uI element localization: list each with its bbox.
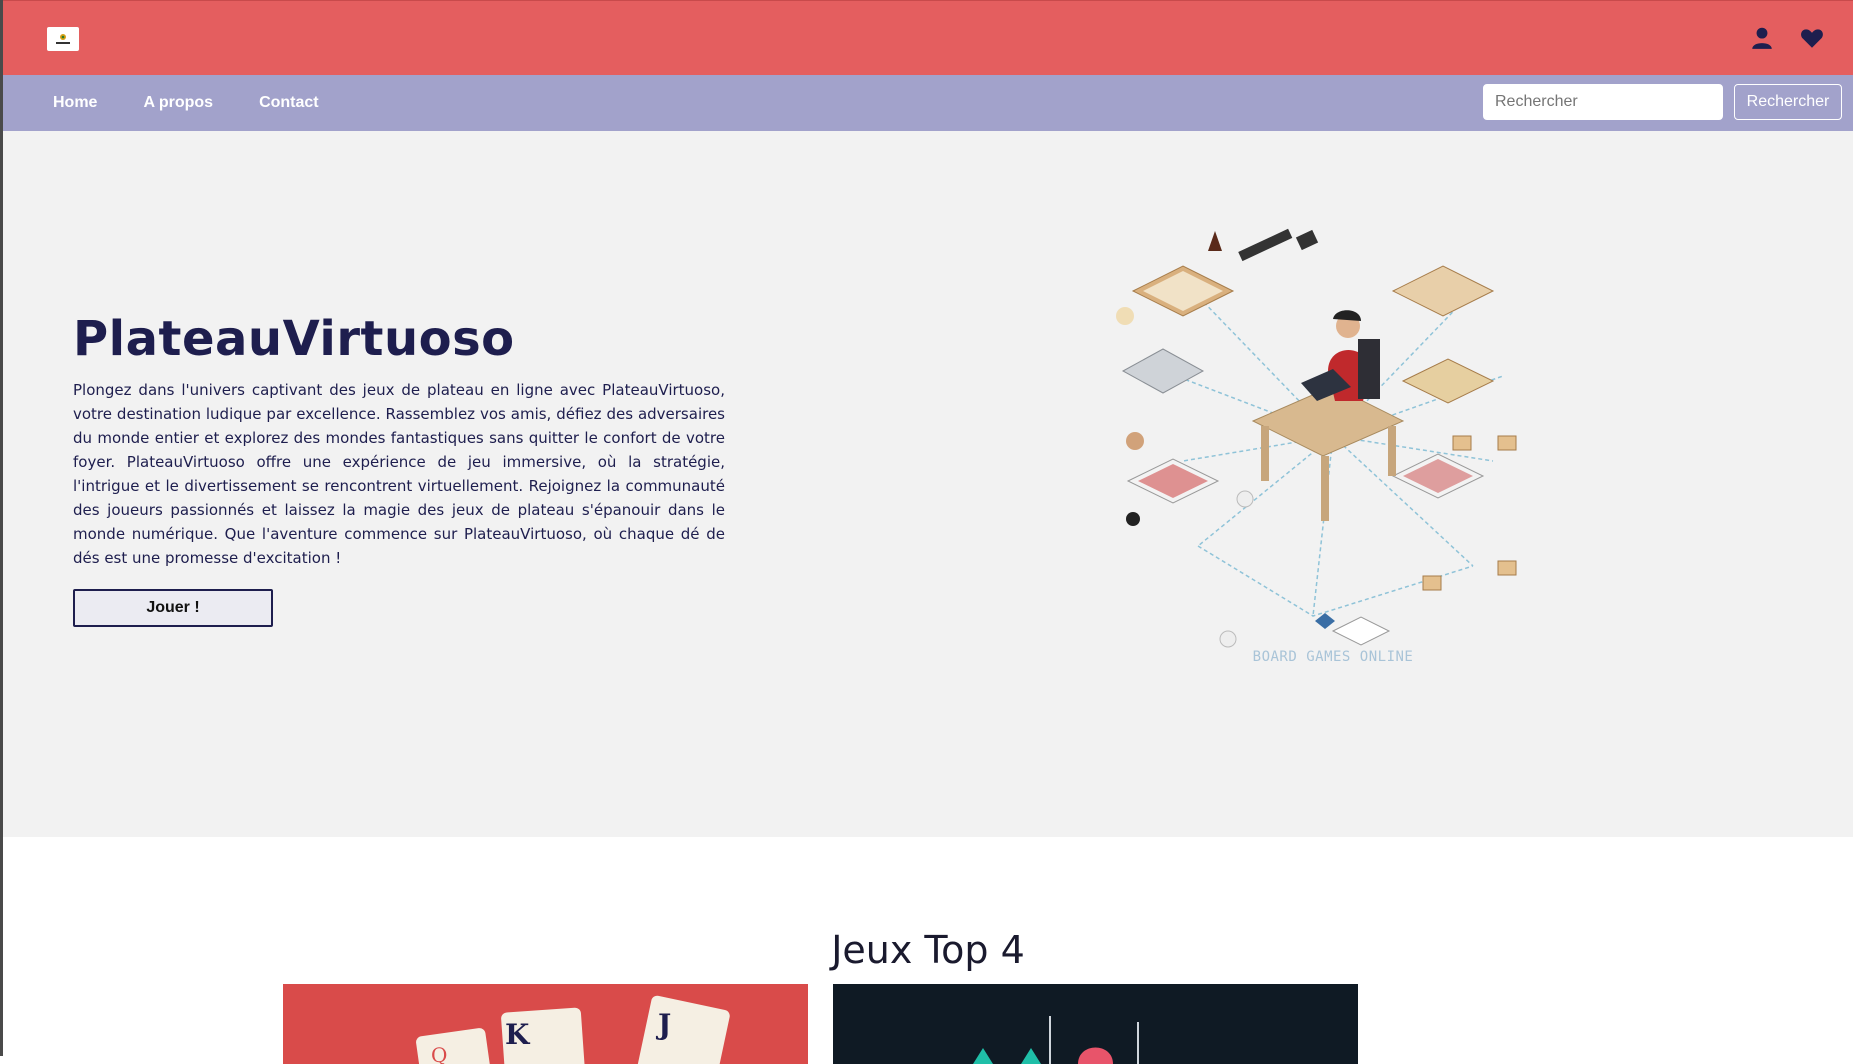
board-games-illustration bbox=[1116, 228, 1517, 648]
game-card-dark[interactable] bbox=[833, 984, 1358, 1064]
main-nav: Home A propos Contact Rechercher bbox=[3, 75, 1853, 131]
hero-section: PlateauVirtuoso Plongez dans l'univers c… bbox=[3, 131, 1853, 837]
hero-title: PlateauVirtuoso bbox=[73, 311, 515, 367]
search-input[interactable] bbox=[1483, 84, 1723, 120]
svg-text:Q: Q bbox=[431, 1043, 447, 1064]
top-games-title: Jeux Top 4 bbox=[831, 928, 1025, 972]
game-card-cards[interactable]: K J Q bbox=[283, 984, 808, 1064]
search-button[interactable]: Rechercher bbox=[1734, 84, 1842, 120]
nav-link-contact[interactable]: Contact bbox=[259, 94, 319, 112]
user-icon[interactable] bbox=[1749, 25, 1775, 51]
illustration-caption: BOARD GAMES ONLINE bbox=[1252, 649, 1414, 665]
heart-icon[interactable] bbox=[1799, 25, 1825, 51]
board-games-logo[interactable] bbox=[47, 27, 79, 51]
play-button[interactable]: Jouer ! bbox=[73, 589, 273, 627]
svg-text:J: J bbox=[655, 1008, 671, 1041]
game-artwork-image bbox=[973, 1016, 1139, 1064]
hero-description: Plongez dans l'univers captivant des jeu… bbox=[73, 381, 725, 567]
logo-icon bbox=[56, 34, 70, 44]
nav-link-home[interactable]: Home bbox=[53, 94, 97, 112]
top-header bbox=[3, 0, 1853, 75]
nav-link-about[interactable]: A propos bbox=[143, 94, 213, 112]
playing-cards-image: K J Q bbox=[416, 995, 730, 1064]
svg-text:K: K bbox=[505, 1018, 531, 1051]
